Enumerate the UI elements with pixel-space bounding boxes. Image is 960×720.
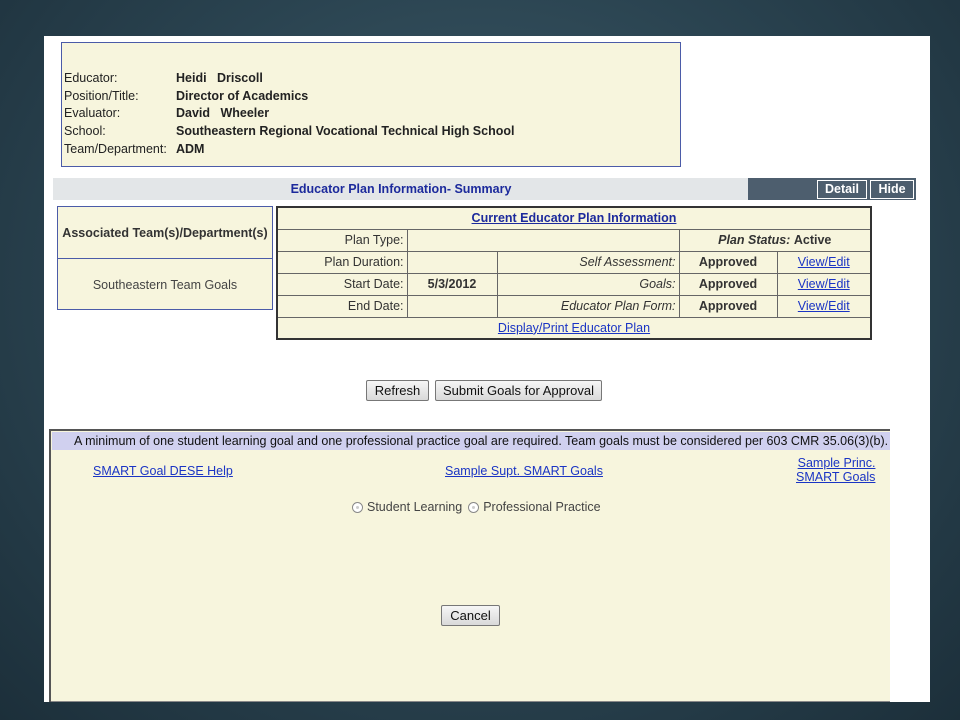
start-date-value: 5/3/2012 (406, 272, 498, 296)
professional-practice-label: Professional Practice (483, 500, 601, 514)
associated-teams-panel: Associated Team(s)/Department(s) Southea… (57, 206, 273, 310)
professional-practice-radio[interactable] (468, 501, 480, 513)
info-label: Evaluator: (64, 106, 121, 121)
plan-form-label: Educator Plan Form: (496, 294, 680, 318)
info-label: Educator: (64, 70, 118, 85)
team-row: Team/Department: ADM (64, 140, 680, 158)
goal-type-radio-group: Student Learning Professional Practice (352, 500, 601, 514)
table-row: Plan Type: Plan Status: Active (276, 228, 872, 252)
student-learning-radio[interactable] (352, 501, 363, 513)
goals-label: Goals: (496, 272, 680, 296)
info-value: David Wheeler (176, 106, 270, 121)
plan-type-value (406, 228, 680, 252)
end-date-label: End Date: (276, 294, 408, 318)
smart-goal-dese-help-link[interactable]: SMART Goal DESE Help (93, 464, 233, 478)
educator-row: Educator: Heidi Driscoll (64, 69, 680, 87)
plan-form-status: Approved (678, 294, 778, 318)
student-learning-label: Student Learning (367, 500, 463, 514)
evaluator-row: Evaluator: David Wheeler (64, 105, 680, 123)
refresh-button[interactable]: Refresh (366, 380, 429, 401)
self-assessment-view-edit-link[interactable]: View/Edit (798, 255, 850, 269)
main-frame: Educator: Heidi Driscoll Position/Title:… (44, 36, 930, 702)
sample-supt-smart-goals-link[interactable]: Sample Supt. SMART Goals (445, 464, 603, 478)
plan-info-table: Current Educator Plan Information Plan T… (276, 206, 872, 340)
summary-title: Educator Plan Information- Summary (53, 178, 749, 200)
self-assessment-status: Approved (678, 250, 778, 274)
table-row: End Date: Educator Plan Form: Approved V… (276, 294, 872, 318)
plan-status-label: Plan Status: (718, 233, 791, 247)
info-label: Position/Title: (64, 88, 139, 103)
info-value: Heidi Driscoll (176, 70, 263, 85)
link-line: SMART Goals (796, 470, 876, 484)
plan-status-value: Active (793, 233, 832, 247)
info-value: ADM (176, 142, 205, 157)
panel-border (49, 429, 51, 702)
info-label: Team/Department: (64, 142, 167, 157)
table-row: Plan Duration: Self Assessment: Approved… (276, 250, 872, 274)
associated-team-item: Southeastern Team Goals (92, 277, 238, 292)
plan-form-view-edit-link[interactable]: View/Edit (798, 299, 850, 313)
info-value: Southeastern Regional Vocational Technic… (176, 124, 515, 139)
link-line: Sample Princ. (797, 456, 876, 470)
self-assessment-label: Self Assessment: (496, 250, 680, 274)
end-date-value (406, 294, 498, 318)
table-row: Start Date: 5/3/2012 Goals: Approved Vie… (276, 272, 872, 296)
goals-view-edit-link[interactable]: View/Edit (798, 277, 850, 291)
table-row: Current Educator Plan Information (276, 206, 872, 230)
goal-requirement-notice: A minimum of one student learning goal a… (52, 432, 890, 450)
plan-duration-value (406, 250, 498, 274)
plan-table-title: Current Educator Plan Information (276, 206, 872, 230)
detail-button[interactable]: Detail (817, 180, 867, 199)
educator-info-panel: Educator: Heidi Driscoll Position/Title:… (61, 42, 681, 167)
associated-teams-header: Associated Team(s)/Department(s) (58, 207, 272, 259)
display-print-plan-link[interactable]: Display/Print Educator Plan (498, 321, 650, 335)
goals-status: Approved (678, 272, 778, 296)
panel-border (49, 429, 891, 431)
plan-type-label: Plan Type: (276, 228, 408, 252)
plan-duration-label: Plan Duration: (276, 250, 408, 274)
plan-form-link-cell: View/Edit (776, 294, 872, 318)
submit-goals-button[interactable]: Submit Goals for Approval (435, 380, 602, 401)
print-link-cell: Display/Print Educator Plan (276, 316, 872, 340)
plan-status-cell: Plan Status: Active (678, 228, 872, 252)
goal-entry-panel: A minimum of one student learning goal a… (49, 429, 891, 702)
table-row: Display/Print Educator Plan (276, 316, 872, 340)
self-assessment-link-cell: View/Edit (776, 250, 872, 274)
info-value: Director of Academics (176, 88, 309, 103)
goals-link-cell: View/Edit (776, 272, 872, 296)
school-row: School: Southeastern Regional Vocational… (64, 122, 680, 140)
panel-right-margin (890, 429, 930, 702)
cancel-button[interactable]: Cancel (441, 605, 500, 626)
info-label: School: (64, 124, 106, 139)
start-date-label: Start Date: (276, 272, 408, 296)
sample-princ-smart-goals-link[interactable]: Sample Princ. SMART Goals (796, 456, 875, 484)
position-row: Position/Title: Director of Academics (64, 87, 680, 105)
hide-button[interactable]: Hide (870, 180, 914, 199)
